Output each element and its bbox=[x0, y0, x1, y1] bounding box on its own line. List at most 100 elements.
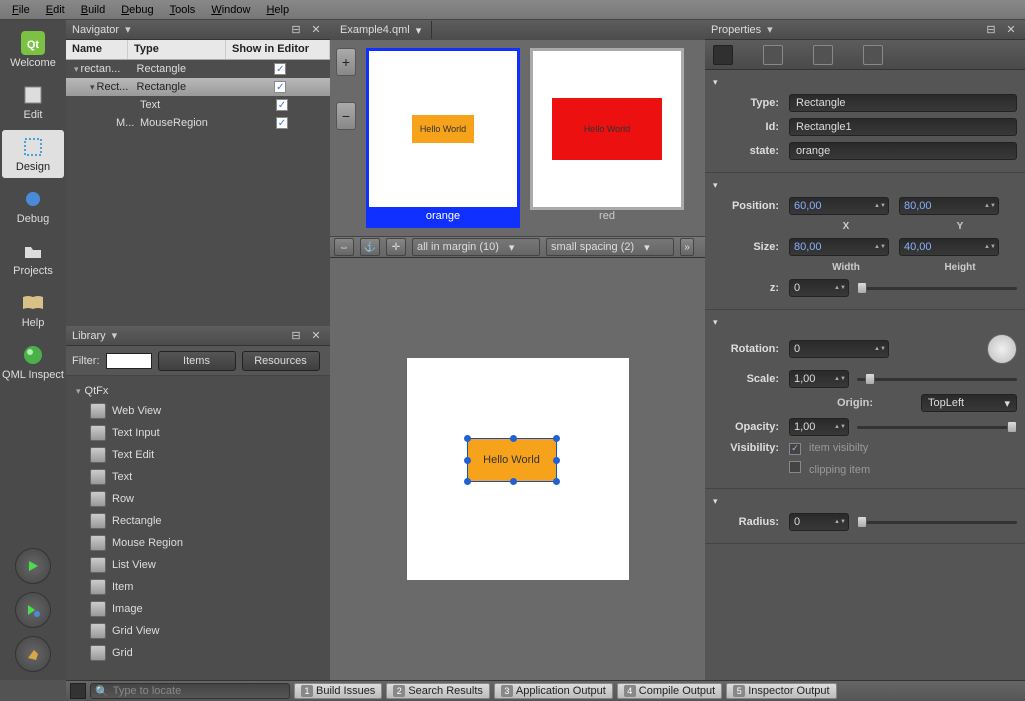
state-card[interactable]: Hello Worldred bbox=[530, 48, 684, 228]
crosshair-icon[interactable]: ✛ bbox=[386, 238, 406, 256]
origin-select[interactable]: TopLeft▾ bbox=[921, 394, 1017, 412]
collapse-icon[interactable]: ▾ bbox=[713, 180, 718, 190]
col-type[interactable]: Type bbox=[128, 40, 226, 59]
handle-ne[interactable] bbox=[553, 435, 560, 442]
navigator-row[interactable]: Rect...Rectangle✓ bbox=[66, 78, 330, 96]
prop-mode-standard[interactable] bbox=[713, 45, 733, 65]
resources-button[interactable]: Resources bbox=[242, 351, 320, 371]
menu-build[interactable]: Build bbox=[73, 2, 113, 18]
scale-input[interactable]: 1,00▲▼ bbox=[789, 370, 849, 388]
width-input[interactable]: 80,00▲▼ bbox=[789, 238, 889, 256]
library-item[interactable]: Grid bbox=[70, 642, 326, 664]
anchor-icon[interactable]: ⚓ bbox=[360, 238, 380, 256]
output-tab[interactable]: 4Compile Output bbox=[617, 683, 722, 699]
handle-n[interactable] bbox=[510, 435, 517, 442]
close-icon[interactable]: ✕ bbox=[308, 328, 324, 344]
menu-window[interactable]: Window bbox=[203, 2, 258, 18]
pos-y-input[interactable]: 80,00▲▼ bbox=[899, 197, 999, 215]
library-item[interactable]: Grid View bbox=[70, 620, 326, 642]
menu-edit[interactable]: Edit bbox=[38, 2, 73, 18]
file-tab[interactable]: Example4.qml▾ bbox=[330, 21, 432, 39]
handle-w[interactable] bbox=[464, 457, 471, 464]
split-icon[interactable]: ⊟ bbox=[288, 22, 304, 38]
close-icon[interactable]: ✕ bbox=[308, 22, 324, 38]
type-input[interactable]: Rectangle bbox=[789, 94, 1017, 112]
library-item[interactable]: Rectangle bbox=[70, 510, 326, 532]
snap-icon[interactable]: ⇔ bbox=[334, 238, 354, 256]
library-item[interactable]: List View bbox=[70, 554, 326, 576]
selected-rectangle[interactable]: Hello World bbox=[467, 438, 557, 482]
split-icon[interactable]: ⊟ bbox=[288, 328, 304, 344]
radius-input[interactable]: 0▲▼ bbox=[789, 513, 849, 531]
margin-select[interactable]: all in margin (10)▾ bbox=[412, 238, 540, 256]
mode-help[interactable]: Help bbox=[2, 286, 64, 334]
prop-mode-advanced[interactable] bbox=[813, 45, 833, 65]
output-tab[interactable]: 5Inspector Output bbox=[726, 683, 836, 699]
height-input[interactable]: 40,00▲▼ bbox=[899, 238, 999, 256]
overflow-icon[interactable]: » bbox=[680, 238, 694, 256]
library-item[interactable]: Mouse Region bbox=[70, 532, 326, 554]
mode-welcome[interactable]: QtWelcome bbox=[2, 26, 64, 74]
output-tab[interactable]: 1Build Issues bbox=[294, 683, 382, 699]
handle-s[interactable] bbox=[510, 478, 517, 485]
z-input[interactable]: 0▲▼ bbox=[789, 279, 849, 297]
mode-projects[interactable]: Projects bbox=[2, 234, 64, 282]
output-tab[interactable]: 2Search Results bbox=[386, 683, 490, 699]
filter-input[interactable] bbox=[106, 353, 152, 369]
library-item[interactable]: Text Edit bbox=[70, 444, 326, 466]
handle-nw[interactable] bbox=[464, 435, 471, 442]
navigator-row[interactable]: Text✓ bbox=[66, 96, 330, 114]
menu-tools[interactable]: Tools bbox=[162, 2, 204, 18]
z-slider[interactable] bbox=[857, 281, 1017, 295]
col-show[interactable]: Show in Editor bbox=[226, 40, 330, 59]
locator-input[interactable]: 🔍Type to locate bbox=[90, 683, 290, 699]
mode-design[interactable]: Design bbox=[2, 130, 64, 178]
handle-sw[interactable] bbox=[464, 478, 471, 485]
rotation-dial[interactable] bbox=[987, 334, 1017, 364]
menu-file[interactable]: File bbox=[4, 2, 38, 18]
chevron-down-icon[interactable]: ▾ bbox=[125, 23, 131, 36]
chevron-down-icon[interactable]: ▾ bbox=[416, 24, 422, 37]
run-button[interactable] bbox=[15, 548, 51, 584]
library-item[interactable]: Web View bbox=[70, 400, 326, 422]
navigator-row[interactable]: M...MouseRegion✓ bbox=[66, 114, 330, 132]
state-card[interactable]: Hello Worldorange bbox=[366, 48, 520, 228]
mode-debug[interactable]: Debug bbox=[2, 182, 64, 230]
handle-se[interactable] bbox=[553, 478, 560, 485]
build-button[interactable] bbox=[15, 636, 51, 672]
mode-qml-inspect[interactable]: QML Inspect bbox=[2, 338, 64, 386]
library-item[interactable]: Row bbox=[70, 488, 326, 510]
run-debug-button[interactable] bbox=[15, 592, 51, 628]
zoom-out-button[interactable]: − bbox=[336, 102, 356, 130]
spacing-select[interactable]: small spacing (2)▾ bbox=[546, 238, 674, 256]
collapse-icon[interactable]: ▾ bbox=[713, 317, 718, 327]
opacity-input[interactable]: 1,00▲▼ bbox=[789, 418, 849, 436]
toggle-sidebar-icon[interactable] bbox=[70, 683, 86, 699]
col-name[interactable]: Name bbox=[66, 40, 128, 59]
id-input[interactable]: Rectangle1 bbox=[789, 118, 1017, 136]
split-icon[interactable]: ⊟ bbox=[983, 22, 999, 38]
close-icon[interactable]: ✕ bbox=[1003, 22, 1019, 38]
clipping-checkbox[interactable] bbox=[789, 461, 801, 473]
collapse-icon[interactable]: ▾ bbox=[713, 77, 718, 87]
collapse-icon[interactable]: ▾ bbox=[713, 496, 718, 506]
library-item[interactable]: Image bbox=[70, 598, 326, 620]
canvas-root-rect[interactable]: Hello World bbox=[407, 358, 629, 580]
library-item[interactable]: Text bbox=[70, 466, 326, 488]
items-button[interactable]: Items bbox=[158, 351, 236, 371]
radius-slider[interactable] bbox=[857, 515, 1017, 529]
chevron-down-icon[interactable]: ▾ bbox=[112, 329, 118, 342]
navigator-row[interactable]: rectan...Rectangle✓ bbox=[66, 60, 330, 78]
scale-slider[interactable] bbox=[857, 372, 1017, 386]
zoom-in-button[interactable]: + bbox=[336, 48, 356, 76]
handle-e[interactable] bbox=[553, 457, 560, 464]
canvas[interactable]: Hello World bbox=[330, 258, 705, 680]
pos-x-input[interactable]: 60,00▲▼ bbox=[789, 197, 889, 215]
opacity-slider[interactable] bbox=[857, 420, 1017, 434]
visibility-checkbox[interactable]: ✓ bbox=[789, 443, 801, 455]
library-item[interactable]: Item bbox=[70, 576, 326, 598]
library-group[interactable]: ▾QtFx bbox=[70, 382, 326, 400]
prop-mode-grid[interactable] bbox=[863, 45, 883, 65]
library-item[interactable]: Text Input bbox=[70, 422, 326, 444]
state-input[interactable]: orange bbox=[789, 142, 1017, 160]
